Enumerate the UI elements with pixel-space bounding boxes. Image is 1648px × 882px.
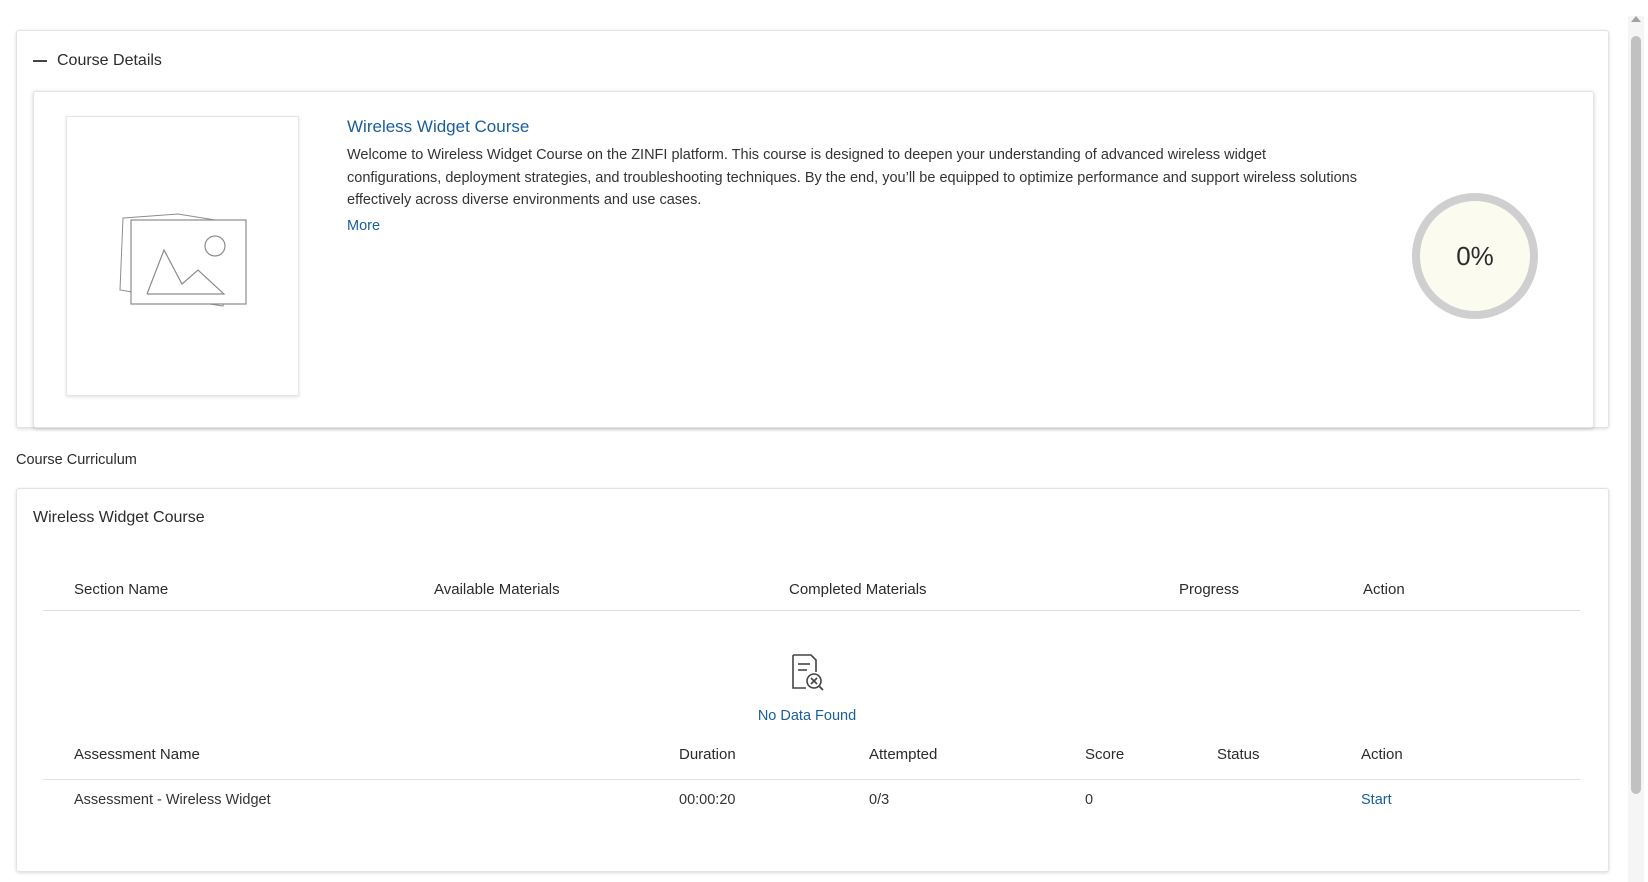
- course-summary-card: Wireless Widget Course Welcome to Wirele…: [33, 91, 1594, 428]
- minus-icon[interactable]: [33, 60, 47, 62]
- table-divider: [43, 610, 1580, 611]
- header-action: Action: [1363, 581, 1405, 598]
- header-completed-materials: Completed Materials: [789, 581, 927, 598]
- document-x-icon: [792, 654, 824, 691]
- image-placeholder-icon: [118, 213, 247, 307]
- no-data-message: No Data Found: [757, 708, 857, 724]
- header-section-name: Section Name: [74, 581, 169, 598]
- course-thumbnail: [66, 116, 299, 396]
- course-page: Course Details Wireless Widget Course We…: [0, 0, 1648, 882]
- header-score: Score: [1085, 746, 1125, 763]
- header-assessment-action: Action: [1361, 746, 1403, 763]
- scrollbar-thumb[interactable]: [1631, 36, 1641, 794]
- course-title-link[interactable]: Wireless Widget Course: [347, 117, 529, 137]
- course-details-panel: Course Details Wireless Widget Course We…: [16, 30, 1609, 428]
- curriculum-panel: Wireless Widget Course Section Name Avai…: [16, 488, 1609, 872]
- course-details-title: Course Details: [57, 52, 162, 69]
- assessment-name: Assessment - Wireless Widget: [74, 792, 271, 808]
- header-progress: Progress: [1179, 581, 1240, 598]
- header-available-materials: Available Materials: [434, 581, 560, 598]
- header-status: Status: [1217, 746, 1260, 763]
- assessment-attempted: 0/3: [869, 792, 890, 808]
- course-description: Welcome to Wireless Widget Course on the…: [347, 147, 1357, 208]
- course-details-toggle[interactable]: Course Details: [33, 51, 162, 71]
- course-curriculum-label: Course Curriculum: [16, 452, 137, 468]
- table-divider: [43, 779, 1580, 780]
- progress-percentage: 0%: [1456, 240, 1494, 271]
- header-assessment-name: Assessment Name: [74, 746, 200, 763]
- header-duration: Duration: [679, 746, 736, 763]
- start-assessment-link[interactable]: Start: [1361, 792, 1392, 808]
- header-attempted: Attempted: [869, 746, 938, 763]
- curriculum-course-title: Wireless Widget Course: [33, 509, 205, 526]
- scroll-up-icon[interactable]: [1631, 16, 1641, 22]
- assessment-duration: 00:00:20: [679, 792, 736, 808]
- more-link[interactable]: More: [347, 218, 380, 234]
- page-scrollbar[interactable]: [1628, 16, 1644, 882]
- assessment-score: 0: [1085, 792, 1094, 808]
